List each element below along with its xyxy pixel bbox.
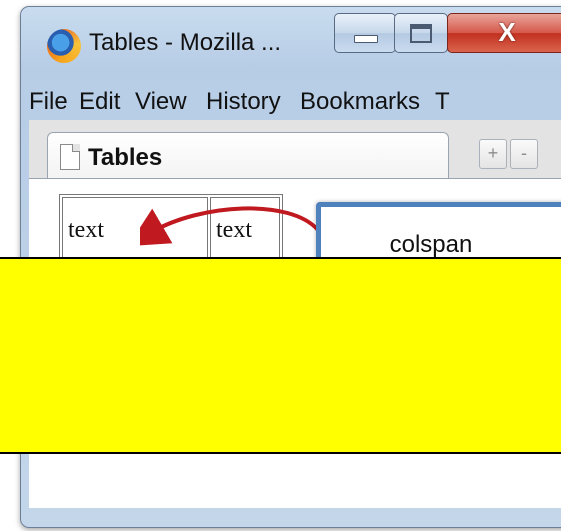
menu-bar: File Edit View History Bookmarks T	[29, 80, 561, 120]
close-icon: X	[498, 17, 516, 47]
menu-file[interactable]: File	[29, 88, 68, 116]
maximize-button[interactable]	[394, 13, 448, 53]
menu-tools[interactable]: T	[435, 88, 450, 116]
callout-arrow	[140, 206, 320, 246]
menu-view[interactable]: View	[135, 88, 187, 116]
callout-text: colspan	[389, 231, 473, 258]
minimize-button[interactable]	[334, 13, 396, 53]
page-icon	[60, 144, 80, 170]
highlight-box	[0, 257, 561, 454]
tab-tables[interactable]: Tables	[47, 132, 449, 183]
tab-label: Tables	[88, 144, 163, 171]
menu-history[interactable]: History	[206, 88, 281, 116]
new-tab-button[interactable]: +	[479, 139, 507, 169]
maximize-icon	[410, 24, 432, 43]
minimize-icon	[354, 35, 378, 43]
menu-edit[interactable]: Edit	[79, 88, 120, 116]
menu-bookmarks[interactable]: Bookmarks	[300, 88, 420, 116]
tab-strip: Tables + -	[29, 120, 561, 183]
close-button[interactable]: X	[447, 13, 561, 53]
window-title: Tables - Mozilla ...	[89, 29, 282, 56]
firefox-icon	[47, 29, 81, 63]
tab-list-button[interactable]: -	[510, 139, 538, 169]
